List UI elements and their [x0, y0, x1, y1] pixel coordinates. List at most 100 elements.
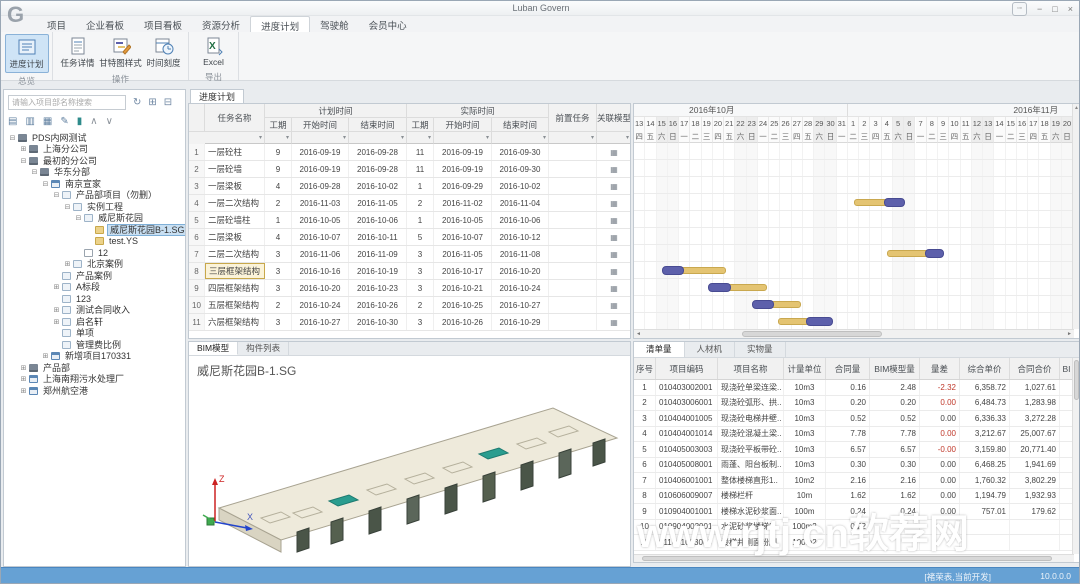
tree-item[interactable]: ⊟产品部项目（勿删） — [4, 190, 185, 202]
view-icon[interactable]: ▦ — [43, 116, 52, 127]
expand-icon[interactable]: ⊞ — [41, 352, 50, 360]
tree-item[interactable]: 威尼斯花园B-1.SG — [4, 224, 185, 236]
task-row[interactable]: 4一层二次结构22016-11-032016-11-0522016-11-022… — [189, 195, 631, 212]
linked-model-cell[interactable]: ▦ — [597, 229, 631, 245]
tree-item[interactable]: ⊞上海分公司 — [4, 144, 185, 156]
gantt-actual-bar[interactable] — [752, 300, 773, 309]
filter-dropdown-icon[interactable]: ▾ — [492, 132, 549, 144]
model-link-icon[interactable]: ▦ — [610, 199, 618, 208]
model-link-icon[interactable]: ▦ — [610, 216, 618, 225]
tree-item[interactable]: ⊟南京宣家 — [4, 178, 185, 190]
qty-row[interactable]: 2010403006001现浇砼弧形、拱..10m30.200.200.006,… — [634, 396, 1074, 412]
collapse-up-icon[interactable]: ∧ — [90, 116, 97, 127]
tree-item[interactable]: ⊞北京案例 — [4, 259, 185, 271]
linked-model-cell[interactable]: ▦ — [597, 212, 631, 228]
linked-model-cell[interactable]: ▦ — [597, 297, 631, 313]
task-detail-button[interactable]: 任务详情 — [56, 34, 99, 71]
linked-model-cell[interactable]: ▦ — [597, 280, 631, 296]
bim-3d-model[interactable] — [201, 382, 621, 557]
task-row[interactable]: 5二层砼墙柱12016-10-052016-10-0612016-10-0520… — [189, 212, 631, 229]
filter-dropdown-icon[interactable]: ▾ — [349, 132, 407, 144]
quantities-vertical-scrollbar[interactable] — [1072, 358, 1080, 554]
model-link-icon[interactable]: ▦ — [610, 165, 618, 174]
project-search-input[interactable] — [8, 95, 126, 110]
gantt-actual-bar[interactable] — [708, 283, 731, 292]
qty-row[interactable]: 4010404001014现浇砼混凝土梁..10m37.787.780.003,… — [634, 427, 1074, 443]
linked-model-cell[interactable]: ▦ — [597, 195, 631, 211]
tree-item[interactable]: ⊞郑州航空港 — [4, 385, 185, 397]
expand-icon[interactable]: ⊞ — [19, 364, 28, 372]
qty-row[interactable]: 5010405003003现浇砼平板带砼..10m36.576.57-0.003… — [634, 442, 1074, 458]
gantt-style-button[interactable]: 甘特图样式 — [99, 34, 142, 71]
tree-item[interactable]: 管理费比例 — [4, 339, 185, 351]
menu-tab-1[interactable]: 企业看板 — [76, 16, 134, 32]
qty-row[interactable]: 1010403002001现浇砼单梁连梁..10m30.162.48-2.326… — [634, 380, 1074, 396]
schedule-plan-button[interactable]: 进度计划 — [5, 34, 49, 73]
expand-icon[interactable]: ⊞ — [52, 283, 61, 291]
linked-model-cell[interactable]: ▦ — [597, 161, 631, 177]
minimize-button[interactable]: − — [1037, 3, 1042, 15]
tree-item[interactable]: ⊞A标段 — [4, 282, 185, 294]
quantities-tab-2[interactable]: 实物量 — [735, 342, 786, 357]
task-row[interactable]: 9四层框架结构32016-10-202016-10-2332016-10-212… — [189, 280, 631, 297]
task-row[interactable]: 10五层框架结构22016-10-242016-10-2622016-10-25… — [189, 297, 631, 314]
quantities-horizontal-scrollbar[interactable] — [634, 554, 1074, 562]
delete-icon[interactable]: ▮ — [77, 116, 83, 127]
gantt-vertical-scrollbar[interactable]: ▲ — [1072, 104, 1080, 329]
window-theme-button[interactable]: ▫▫ — [1012, 2, 1027, 16]
task-row[interactable]: 1一层砼柱92016-09-192016-09-28112016-09-1920… — [189, 144, 631, 161]
tree-item[interactable]: 单项 — [4, 328, 185, 340]
model-link-icon[interactable]: ▦ — [610, 233, 618, 242]
menu-tab-6[interactable]: 会员中心 — [359, 16, 417, 32]
model-link-icon[interactable]: ▦ — [610, 318, 618, 327]
filter-dropdown-icon[interactable]: ▾ — [205, 132, 265, 144]
filter-dropdown-icon[interactable]: ▾ — [265, 132, 292, 144]
time-scale-button[interactable]: 时间刻度 — [142, 34, 185, 71]
bim-tab-1[interactable]: 构件列表 — [238, 342, 289, 355]
excel-export-button[interactable]: X Excel — [192, 34, 235, 69]
tree-item[interactable]: ⊞测试合同收入 — [4, 305, 185, 317]
model-link-icon[interactable]: ▦ — [610, 267, 618, 276]
tree-item[interactable]: ⊟最初的分公司 — [4, 155, 185, 167]
refresh-icon[interactable]: ↻ — [133, 97, 141, 108]
linked-model-cell[interactable]: ▦ — [597, 144, 631, 160]
task-row[interactable]: 2一层砼墙92016-09-192016-09-28112016-09-1920… — [189, 161, 631, 178]
filter-dropdown-icon[interactable]: ▾ — [407, 132, 434, 144]
collapse-icon[interactable]: ⊟ — [63, 203, 72, 211]
qty-row[interactable]: 6010405008001雨蓬、阳台板制..10m30.300.300.006,… — [634, 458, 1074, 474]
qty-row[interactable]: 7010406001001整体楼梯直形1..10m22.162.160.001,… — [634, 473, 1074, 489]
menu-tab-4[interactable]: 进度计划 — [250, 16, 310, 32]
grid-icon[interactable]: ▥ — [25, 116, 34, 127]
qty-row[interactable]: 9010904001001楼梯水泥砂浆面..100m0.240.240.0075… — [634, 504, 1074, 520]
linked-model-cell[interactable]: ▦ — [597, 263, 631, 279]
layout-icon[interactable]: ⊟ — [164, 97, 172, 108]
model-link-icon[interactable]: ▦ — [610, 250, 618, 259]
expand-icon[interactable]: ⊞ — [52, 318, 61, 326]
qty-row[interactable]: 3010404001005现浇砼电梯井壁..10m30.520.520.006,… — [634, 411, 1074, 427]
expand-icon[interactable]: ⊞ — [19, 145, 28, 153]
gantt-actual-bar[interactable] — [806, 317, 833, 326]
expand-icon[interactable]: ⊞ — [52, 306, 61, 314]
qty-row[interactable]: 11011001003005楼梯井侧面粉刷100m2 — [634, 535, 1074, 551]
new-icon[interactable]: ▤ — [8, 116, 17, 127]
filter-dropdown-icon[interactable]: ▾ — [434, 132, 492, 144]
collapse-icon[interactable]: ⊟ — [41, 180, 50, 188]
linked-model-cell[interactable]: ▦ — [597, 246, 631, 262]
linked-model-cell[interactable]: ▦ — [597, 314, 631, 330]
tree-item[interactable]: ⊞上海南翔污水处理厂 — [4, 374, 185, 386]
quantities-tab-0[interactable]: 清单量 — [634, 342, 685, 357]
bim-tab-0[interactable]: BIM模型 — [189, 342, 238, 355]
filter-dropdown-icon[interactable]: ▾ — [292, 132, 349, 144]
model-link-icon[interactable]: ▦ — [610, 148, 618, 157]
tree-item[interactable]: ⊞启名轩 — [4, 316, 185, 328]
collapse-icon[interactable]: ⊟ — [52, 191, 61, 199]
collapse-icon[interactable]: ⊟ — [30, 168, 39, 176]
expand-all-icon[interactable]: ⊞ — [148, 97, 156, 108]
menu-tab-0[interactable]: 项目 — [37, 16, 76, 32]
gantt-horizontal-scrollbar[interactable]: ◄ ► — [634, 329, 1074, 338]
gantt-actual-bar[interactable] — [884, 198, 905, 207]
edit-icon[interactable]: ✎ — [60, 116, 68, 127]
qty-row[interactable]: 10010904002001水泥砂浆楼梯2..100m20.22 — [634, 520, 1074, 536]
tree-item[interactable]: ⊟PDS内网测试 — [4, 132, 185, 144]
menu-tab-2[interactable]: 项目看板 — [134, 16, 192, 32]
